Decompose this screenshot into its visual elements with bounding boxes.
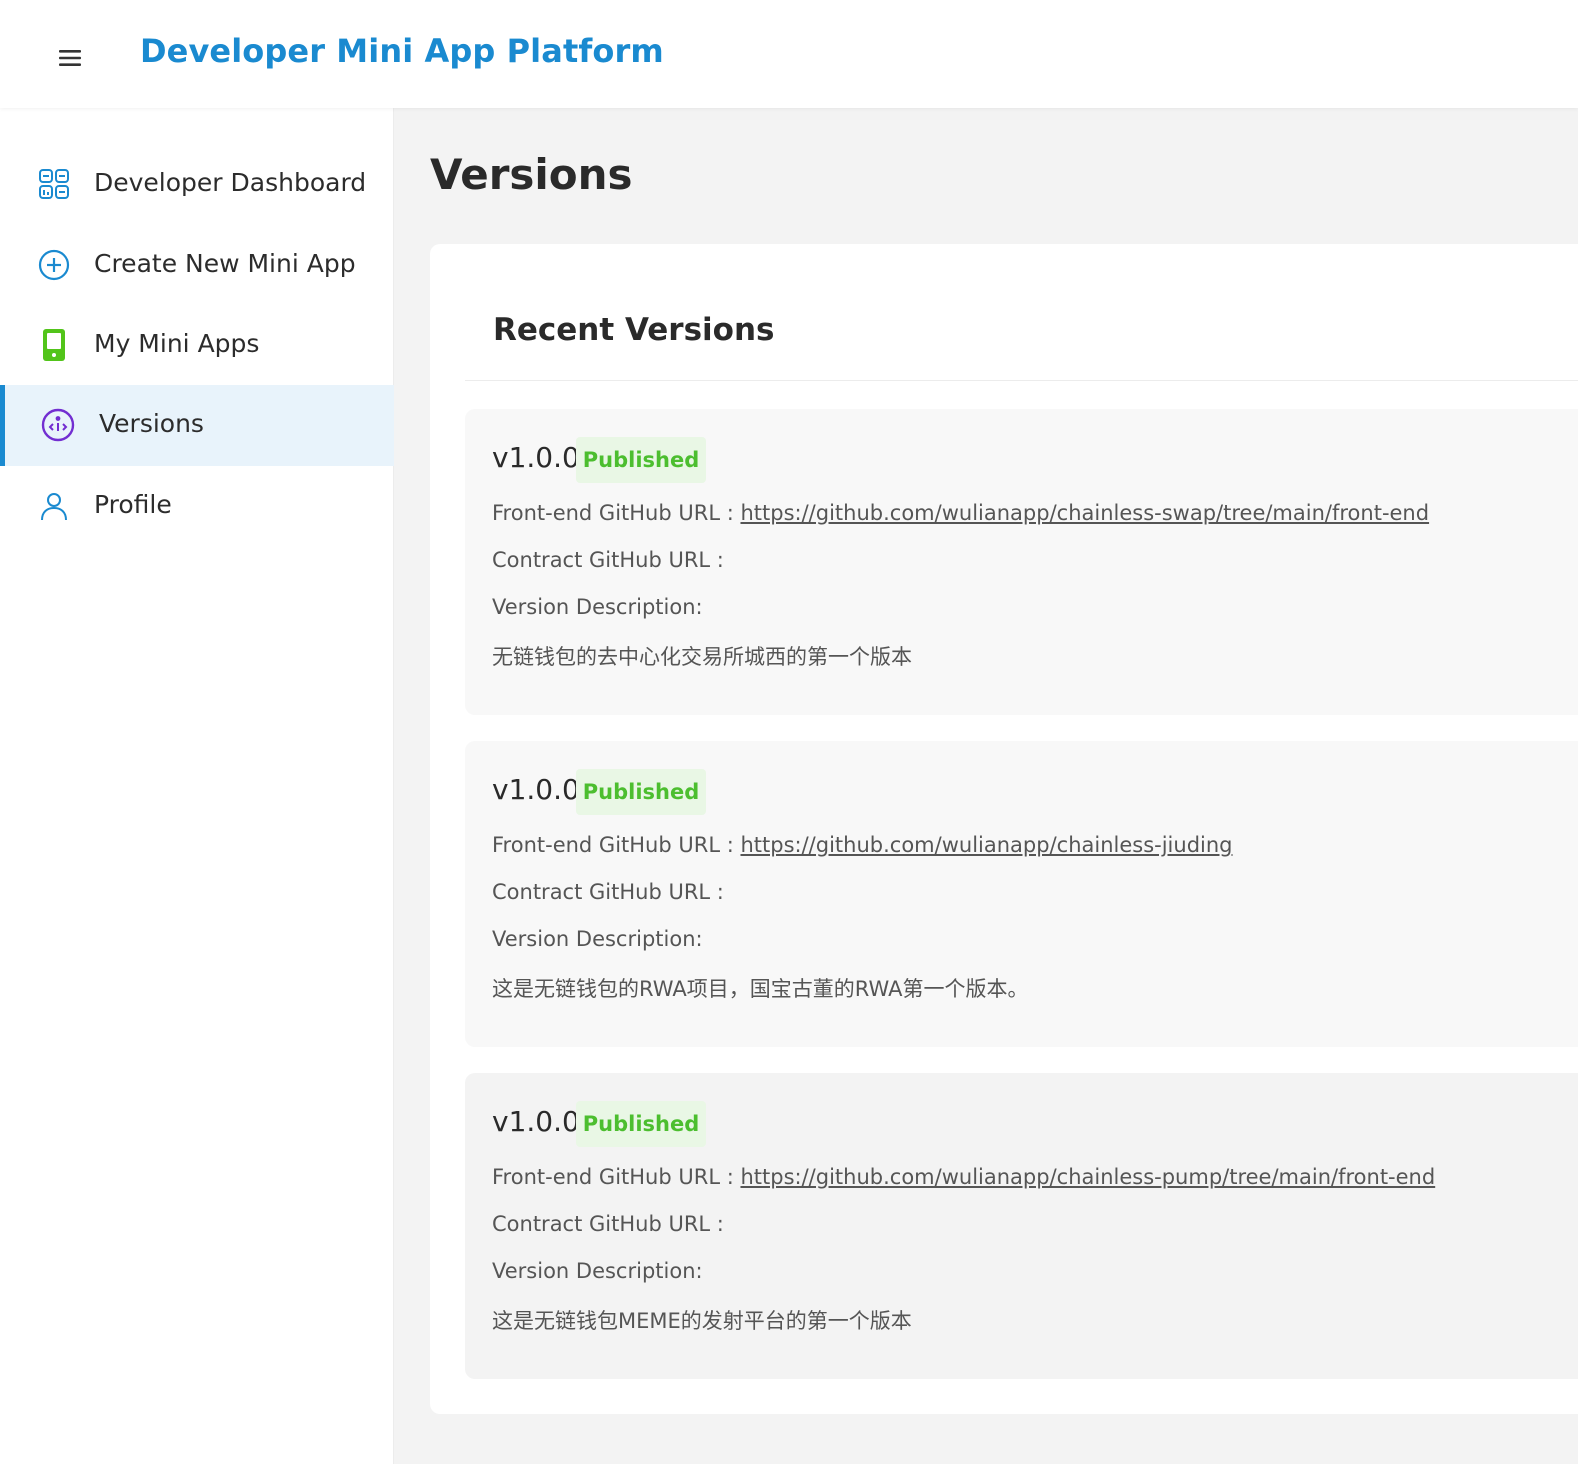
- sidebar-item-versions[interactable]: Versions: [0, 385, 394, 466]
- front-end-url-row: Front-end GitHub URL : https://github.co…: [492, 833, 1233, 857]
- sidebar-item-developer-dashboard[interactable]: Developer Dashboard: [0, 144, 394, 225]
- front-end-url-label: Front-end GitHub URL :: [492, 501, 734, 525]
- recent-versions-card: Recent Versions v1.0.0 Published Front-e…: [430, 244, 1578, 1414]
- front-end-url-link[interactable]: https://github.com/wulianapp/chainless-j…: [740, 833, 1232, 857]
- front-end-url-label: Front-end GitHub URL :: [492, 1165, 734, 1189]
- card-divider: [465, 380, 1578, 381]
- version-description: 这是无链钱包的RWA项目，国宝古董的RWA第一个版本。: [492, 977, 1029, 1001]
- sidebar: Developer Dashboard Create New Mini App …: [0, 108, 394, 1464]
- sidebar-item-my-mini-apps[interactable]: My Mini Apps: [0, 305, 394, 386]
- phone-app-icon: [36, 327, 72, 363]
- version-number: v1.0.0: [492, 1105, 580, 1138]
- sidebar-item-label: Profile: [94, 490, 172, 519]
- version-description-label: Version Description:: [492, 1259, 703, 1283]
- page-title: Versions: [430, 150, 633, 199]
- version-number: v1.0.0: [492, 773, 580, 806]
- version-item: v1.0.0 Published Front-end GitHub URL : …: [465, 1073, 1578, 1379]
- contract-url-row: Contract GitHub URL :: [492, 1212, 724, 1236]
- contract-url-row: Contract GitHub URL :: [492, 548, 724, 572]
- menu-toggle-button[interactable]: [52, 40, 88, 76]
- hamburger-icon: [59, 50, 81, 66]
- status-badge: Published: [576, 769, 706, 815]
- contract-url-label: Contract GitHub URL :: [492, 880, 724, 904]
- contract-url-row: Contract GitHub URL :: [492, 880, 724, 904]
- version-item: v1.0.0 Published Front-end GitHub URL : …: [465, 409, 1578, 715]
- user-icon: [36, 488, 72, 524]
- sidebar-item-create-new-mini-app[interactable]: Create New Mini App: [0, 225, 394, 306]
- version-description: 无链钱包的去中心化交易所城西的第一个版本: [492, 645, 912, 669]
- dashboard-grid-icon: [36, 166, 72, 202]
- front-end-url-link[interactable]: https://github.com/wulianapp/chainless-p…: [740, 1165, 1435, 1189]
- version-description-label: Version Description:: [492, 927, 703, 951]
- front-end-url-link[interactable]: https://github.com/wulianapp/chainless-s…: [740, 501, 1429, 525]
- version-description: 这是无链钱包MEME的发射平台的第一个版本: [492, 1309, 912, 1333]
- status-badge: Published: [576, 437, 706, 483]
- front-end-url-label: Front-end GitHub URL :: [492, 833, 734, 857]
- app-title[interactable]: Developer Mini App Platform: [140, 32, 664, 70]
- contract-url-label: Contract GitHub URL :: [492, 1212, 724, 1236]
- version-number: v1.0.0: [492, 441, 580, 474]
- version-description-label: Version Description:: [492, 595, 703, 619]
- status-badge: Published: [576, 1101, 706, 1147]
- card-title: Recent Versions: [493, 312, 775, 348]
- plus-circle-icon: [36, 247, 72, 283]
- sidebar-item-label: Create New Mini App: [94, 249, 356, 278]
- version-item: v1.0.0 Published Front-end GitHub URL : …: [465, 741, 1578, 1047]
- top-header: Developer Mini App Platform: [0, 0, 1578, 108]
- sidebar-item-label: My Mini Apps: [94, 329, 260, 358]
- contract-url-label: Contract GitHub URL :: [492, 548, 724, 572]
- front-end-url-row: Front-end GitHub URL : https://github.co…: [492, 501, 1429, 525]
- sidebar-item-profile[interactable]: Profile: [0, 466, 394, 547]
- sidebar-item-label: Developer Dashboard: [94, 168, 367, 197]
- sidebar-item-label: Versions: [99, 409, 204, 438]
- code-version-icon: [40, 407, 76, 443]
- front-end-url-row: Front-end GitHub URL : https://github.co…: [492, 1165, 1435, 1189]
